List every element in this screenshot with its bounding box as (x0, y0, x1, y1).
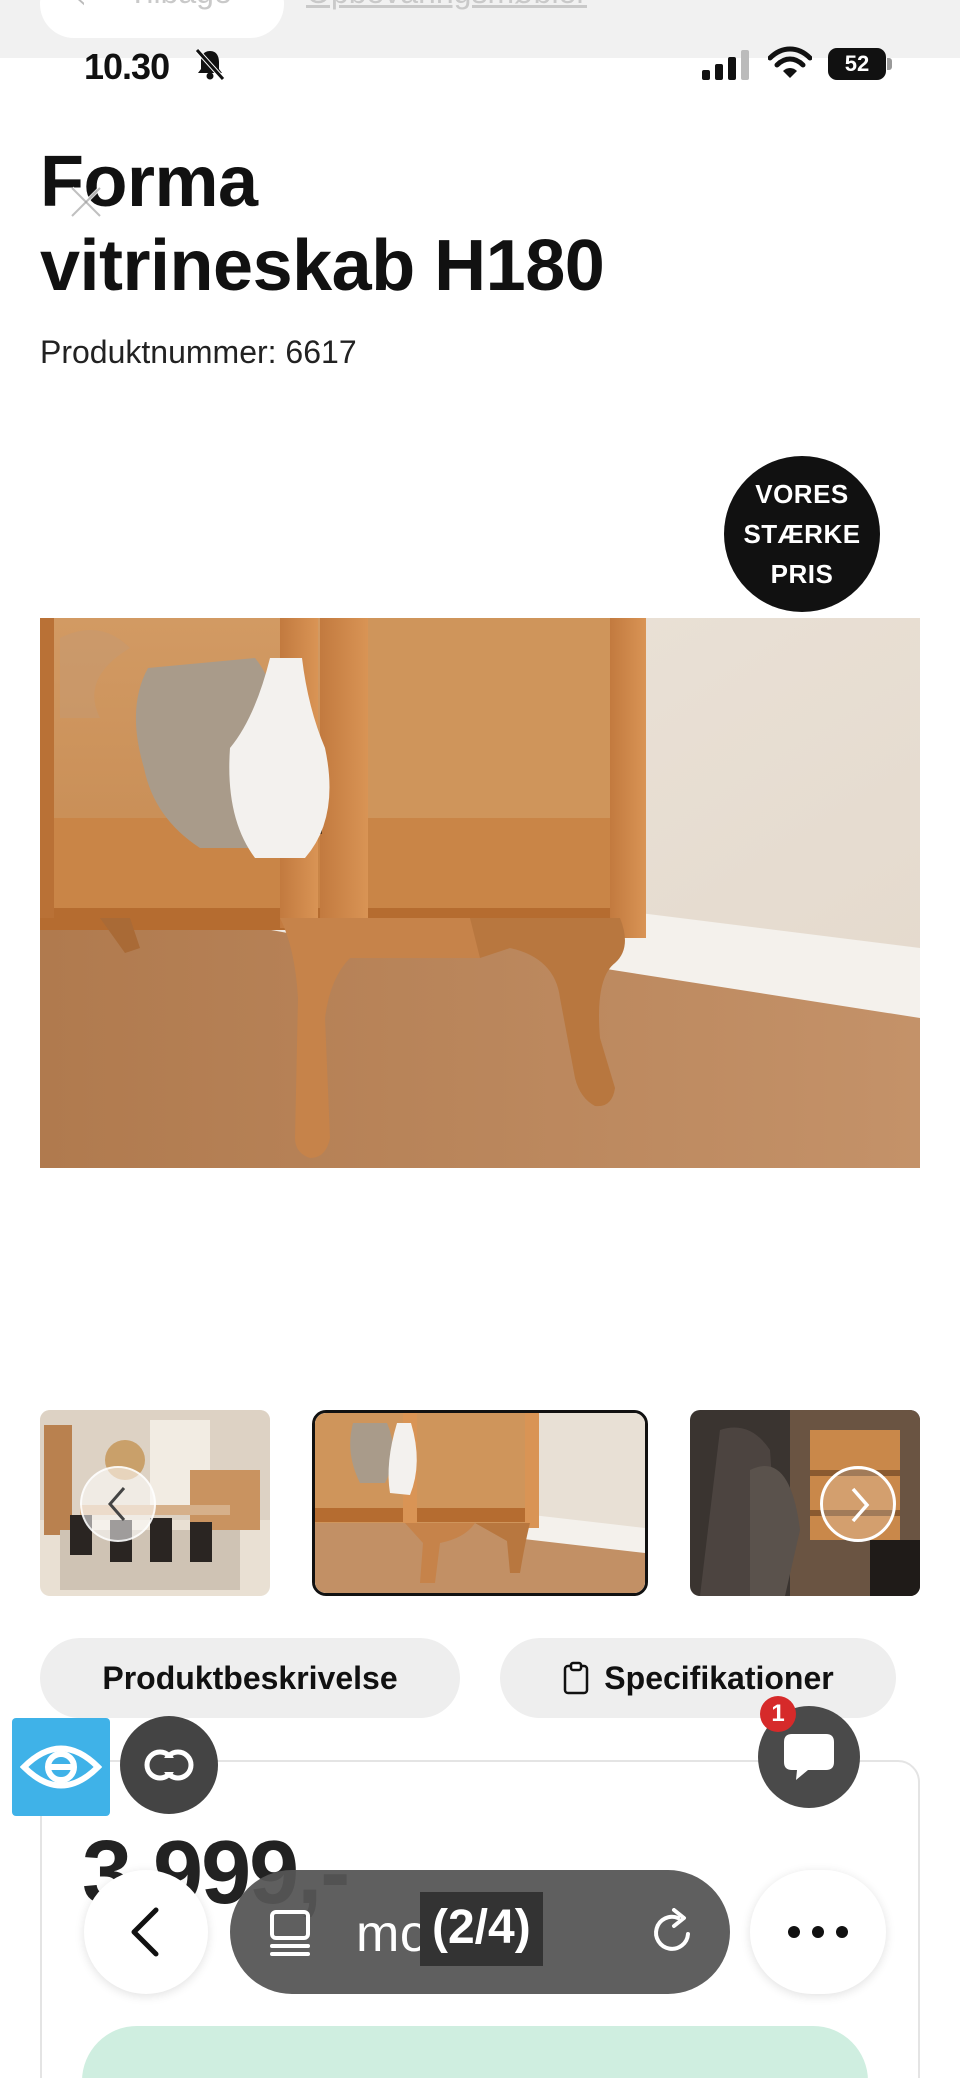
chevron-right-icon (851, 1487, 870, 1523)
carousel-next-button[interactable] (820, 1466, 896, 1542)
tab-specifications-label: Specifikationer (604, 1659, 834, 1696)
add-to-cart-button[interactable] (82, 2026, 868, 2078)
reload-icon[interactable] (650, 1908, 698, 1958)
page-counter: (2/4) (420, 1892, 543, 1966)
main-product-image[interactable] (40, 618, 920, 1168)
carousel-prev-button[interactable] (80, 1466, 156, 1542)
more-options-button[interactable] (750, 1870, 886, 1994)
back-label: Tilbage (128, 0, 232, 11)
tab-specifications[interactable]: Specifikationer (500, 1638, 896, 1718)
chevron-left-icon (131, 1907, 159, 1957)
badge-line3: PRIS (770, 559, 834, 589)
bell-muted-icon (195, 48, 225, 81)
breadcrumb-link[interactable]: Opbevaringsmøbler (306, 0, 587, 11)
eye-icon (20, 1745, 102, 1789)
link-widget-button[interactable] (120, 1716, 218, 1814)
cabinet-leg-photo (40, 618, 920, 1168)
signal-icon (702, 50, 749, 80)
browser-back-button[interactable] (84, 1870, 208, 1994)
chat-unread-badge: 1 (760, 1696, 796, 1732)
accessibility-eye-widget[interactable] (12, 1718, 110, 1816)
clipboard-icon (564, 1661, 589, 1695)
more-dots-icon (788, 1926, 848, 1938)
address-bar[interactable]: mo dk (2/4) (230, 1870, 730, 1994)
tabs-icon (270, 1910, 310, 1956)
chevron-left-icon (108, 1487, 126, 1521)
badge-line2: STÆRKE (743, 519, 861, 549)
product-number: Produktnummer: 6617 (40, 334, 357, 370)
status-time: 10.30 (84, 46, 170, 87)
link-icon (144, 1749, 194, 1781)
back-to-list-button[interactable]: ‹ Tilbage (40, 0, 284, 38)
tab-product-description[interactable]: Produktbeskrivelse (40, 1638, 460, 1718)
wifi-icon (768, 46, 812, 78)
product-title-line2: vitrineskab H180 (40, 226, 605, 306)
strong-price-badge: VORES STÆRKE PRIS (724, 456, 880, 612)
thumbnail-cabinet-leg[interactable] (312, 1410, 648, 1596)
chevron-left-icon: ‹ (76, 0, 86, 14)
product-title: Forma vitrineskab H180 (40, 140, 740, 308)
battery-indicator: 52 (828, 48, 892, 80)
badge-line1: VORES (755, 479, 849, 509)
close-icon[interactable] (64, 180, 108, 224)
chat-bubble-icon (784, 1734, 834, 1780)
tab-product-description-label: Produktbeskrivelse (102, 1659, 398, 1696)
battery-level: 52 (828, 48, 886, 80)
